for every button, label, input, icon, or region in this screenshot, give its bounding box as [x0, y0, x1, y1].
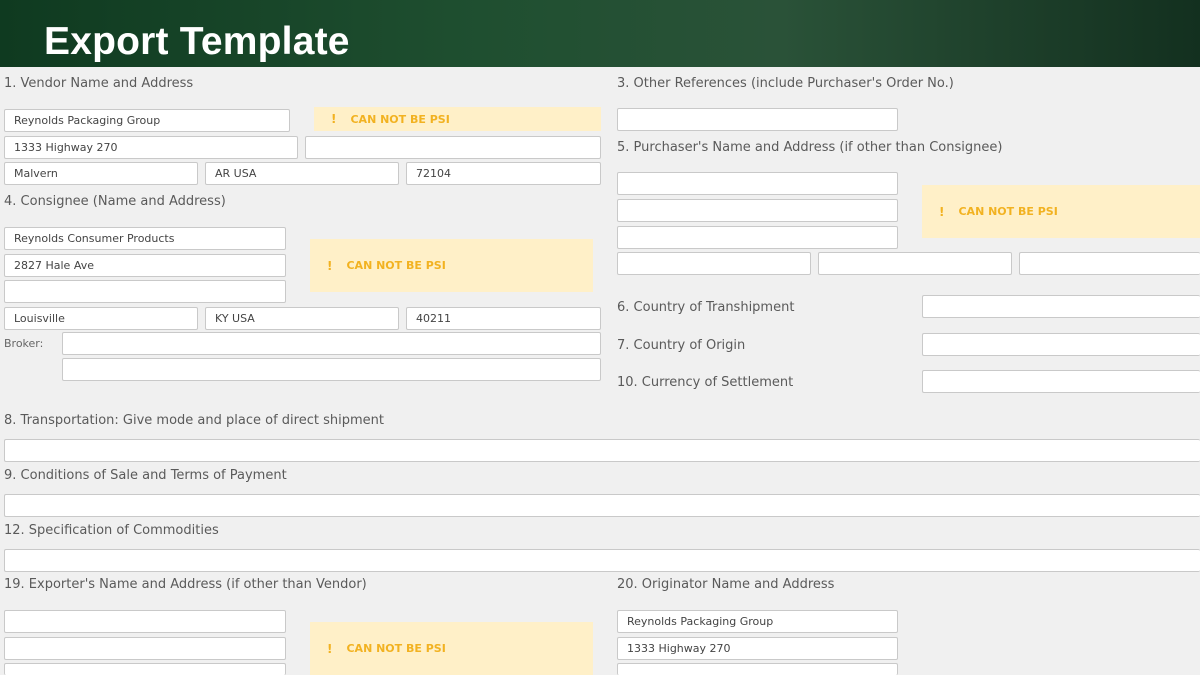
specification-field[interactable] — [4, 549, 1200, 572]
purchaser-psi-warning: ! CAN NOT BE PSI — [922, 185, 1200, 238]
consignee-state-field[interactable]: KY USA — [205, 307, 399, 330]
consignee-psi-warning: ! CAN NOT BE PSI — [310, 239, 593, 292]
other-references-field[interactable] — [617, 108, 898, 131]
originator-label: 20. Originator Name and Address — [617, 577, 835, 592]
purchaser-city-field[interactable] — [617, 252, 811, 275]
warning-icon: ! — [327, 641, 333, 656]
vendor-city-field[interactable]: Malvern — [4, 162, 198, 185]
vendor-label: 1. Vendor Name and Address — [4, 76, 194, 91]
broker-line2-field[interactable] — [62, 358, 601, 381]
conditions-field[interactable] — [4, 494, 1200, 517]
warning-text: CAN NOT BE PSI — [350, 112, 450, 126]
warning-icon: ! — [939, 204, 945, 219]
exporter-line3-field[interactable] — [4, 663, 286, 675]
specification-label: 12. Specification of Commodities — [4, 523, 219, 538]
warning-text: CAN NOT BE PSI — [346, 642, 446, 655]
vendor-address1-field[interactable]: 1333 Highway 270 — [4, 136, 298, 159]
currency-label: 10. Currency of Settlement — [617, 375, 794, 390]
currency-field[interactable] — [922, 370, 1200, 393]
warning-icon: ! — [331, 112, 337, 126]
exporter-psi-warning: ! CAN NOT BE PSI — [310, 622, 593, 675]
purchaser-line3-field[interactable] — [617, 226, 898, 249]
purchaser-label: 5. Purchaser's Name and Address (if othe… — [617, 140, 1003, 155]
origin-field[interactable] — [922, 333, 1200, 356]
transhipment-label: 6. Country of Transhipment — [617, 300, 795, 315]
originator-address1-field[interactable]: 1333 Highway 270 — [617, 637, 898, 660]
warning-text: CAN NOT BE PSI — [346, 259, 446, 272]
transportation-label: 8. Transportation: Give mode and place o… — [4, 413, 384, 428]
vendor-state-field[interactable]: AR USA — [205, 162, 399, 185]
consignee-city-field[interactable]: Louisville — [4, 307, 198, 330]
consignee-address1-field[interactable]: 2827 Hale Ave — [4, 254, 286, 277]
exporter-label: 19. Exporter's Name and Address (if othe… — [4, 577, 367, 592]
vendor-psi-warning: ! CAN NOT BE PSI — [314, 107, 601, 131]
page-title: Export Template — [44, 20, 350, 63]
originator-address2-field[interactable] — [617, 663, 898, 675]
purchaser-line1-field[interactable] — [617, 172, 898, 195]
transhipment-field[interactable] — [922, 295, 1200, 318]
warning-text: CAN NOT BE PSI — [958, 205, 1058, 218]
exporter-line2-field[interactable] — [4, 637, 286, 660]
conditions-label: 9. Conditions of Sale and Terms of Payme… — [4, 468, 287, 483]
consignee-label: 4. Consignee (Name and Address) — [4, 194, 226, 209]
vendor-address2-field[interactable] — [305, 136, 601, 159]
header-banner: Export Template — [0, 0, 1200, 67]
originator-name-field[interactable]: Reynolds Packaging Group — [617, 610, 898, 633]
purchaser-zip-field[interactable] — [1019, 252, 1200, 275]
broker-line1-field[interactable] — [62, 332, 601, 355]
warning-icon: ! — [327, 258, 333, 273]
other-references-label: 3. Other References (include Purchaser's… — [617, 76, 954, 91]
consignee-zip-field[interactable]: 40211 — [406, 307, 601, 330]
purchaser-line2-field[interactable] — [617, 199, 898, 222]
consignee-address2-field[interactable] — [4, 280, 286, 303]
exporter-line1-field[interactable] — [4, 610, 286, 633]
vendor-zip-field[interactable]: 72104 — [406, 162, 601, 185]
origin-label: 7. Country of Origin — [617, 338, 746, 353]
vendor-name-field[interactable]: Reynolds Packaging Group — [4, 109, 290, 132]
consignee-name-field[interactable]: Reynolds Consumer Products — [4, 227, 286, 250]
purchaser-state-field[interactable] — [818, 252, 1012, 275]
transportation-field[interactable] — [4, 439, 1200, 462]
broker-label: Broker: — [4, 337, 44, 350]
